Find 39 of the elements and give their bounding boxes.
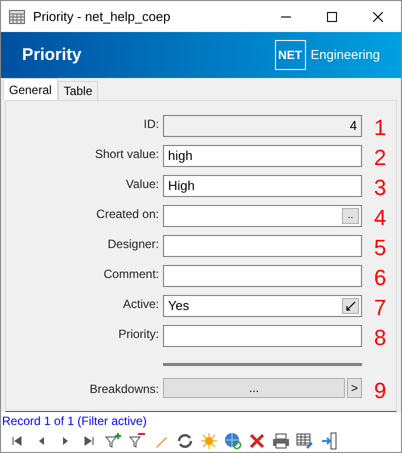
open-button[interactable]: > (347, 378, 362, 398)
window-title: Priority - net_help_coep (33, 8, 170, 26)
tab[interactable]: Table (58, 81, 98, 100)
text-field[interactable]: High (163, 175, 362, 197)
field-label: Active: (122, 296, 160, 313)
marker-number: 1 (374, 117, 386, 139)
marker-number: 6 (374, 267, 386, 289)
table-icon (9, 10, 25, 24)
tab[interactable]: General (3, 78, 58, 100)
marker-number: 4 (374, 207, 386, 229)
breakdowns-button[interactable]: ... (163, 378, 345, 398)
active-field[interactable]: Yes (163, 295, 362, 317)
field-label: ID: (142, 116, 160, 133)
field-label: Designer: (106, 236, 160, 253)
marker-number: 8 (374, 327, 386, 349)
banner-title: Priority (22, 44, 82, 66)
field-label: Value: (124, 176, 160, 193)
field-label: Comment: (102, 266, 160, 283)
field-label: Breakdowns: (88, 381, 160, 398)
checkbox[interactable] (342, 298, 359, 314)
id-field: 4 (163, 115, 362, 137)
logo-mark: NET (274, 40, 306, 70)
field-label: Priority: (117, 326, 160, 343)
logo-text: Engineering (310, 46, 380, 64)
field-label: Created on: (95, 206, 160, 223)
marker-number: 9 (374, 380, 386, 402)
browse-button[interactable]: .. (342, 208, 359, 224)
date-field[interactable]: .. (163, 205, 362, 227)
field-value: Yes (168, 297, 190, 316)
text-field[interactable]: high (163, 145, 362, 167)
text-field[interactable] (163, 325, 362, 347)
marker-number: 7 (374, 297, 386, 319)
marker-number: 2 (374, 147, 386, 169)
marker-number: 3 (374, 177, 386, 199)
marker-number: 5 (374, 237, 386, 259)
text-field[interactable] (163, 265, 362, 287)
text-field[interactable] (163, 235, 362, 257)
field-label: Short value: (94, 146, 160, 163)
record-status: Record 1 of 1 (Filter active) (1, 413, 148, 430)
